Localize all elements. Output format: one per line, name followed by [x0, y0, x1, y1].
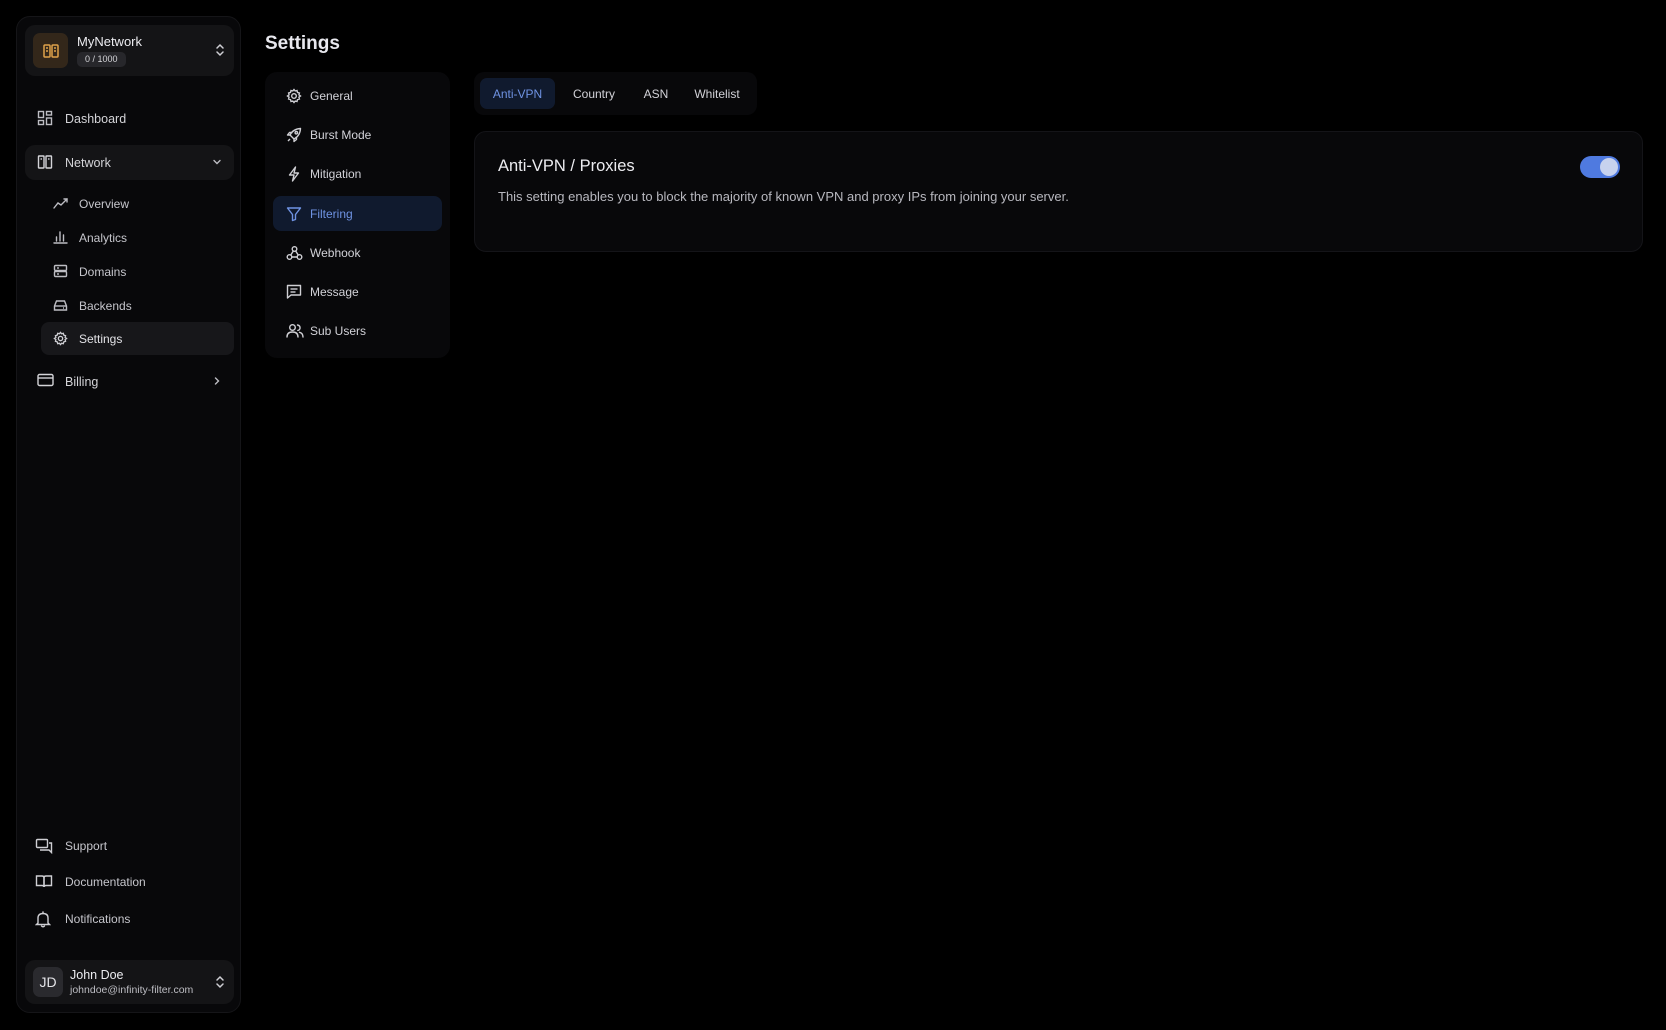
- avatar: JD: [33, 967, 63, 997]
- user-name: John Doe: [70, 968, 124, 982]
- settings-nav-label: Webhook: [310, 245, 361, 260]
- sidebar-item-backends[interactable]: Backends: [41, 289, 234, 322]
- settings-nav-label: Message: [310, 284, 359, 299]
- user-menu[interactable]: JD John Doe johndoe@infinity-filter.com: [25, 960, 234, 1004]
- filter-tabs: Anti-VPN Country ASN Whitelist: [474, 72, 757, 115]
- sidebar: MyNetwork 0 / 1000 Dashboard Network Ove…: [16, 16, 241, 1013]
- sidebar-item-label: Analytics: [79, 230, 128, 245]
- sidebar-item-label: Domains: [79, 264, 127, 279]
- dashboard-icon: [37, 110, 53, 126]
- lightning-icon: [286, 166, 302, 182]
- chevron-up-down-icon: [215, 42, 225, 58]
- drive-icon: [53, 298, 68, 312]
- chevron-down-icon: [212, 157, 222, 167]
- chevron-right-icon: [212, 376, 222, 386]
- message-icon: [286, 284, 302, 300]
- users-icon: [286, 323, 304, 338]
- nav-network-label: Network: [65, 155, 111, 170]
- credit-card-icon: [37, 373, 54, 387]
- toggle-knob: [1600, 158, 1618, 176]
- sidebar-item-overview[interactable]: Overview: [41, 187, 234, 220]
- tab-asn[interactable]: ASN: [633, 78, 679, 109]
- network-name: MyNetwork: [77, 34, 143, 49]
- nav-documentation[interactable]: Documentation: [25, 867, 234, 897]
- network-icon: [37, 154, 53, 170]
- network-logo-icon: [33, 33, 68, 68]
- sidebar-item-settings[interactable]: Settings: [41, 322, 234, 355]
- nav-notifications[interactable]: Notifications: [25, 904, 234, 934]
- settings-nav-label: Mitigation: [310, 166, 362, 181]
- settings-nav-general[interactable]: General: [273, 78, 442, 113]
- settings-nav-webhook[interactable]: Webhook: [273, 235, 442, 270]
- sidebar-item-label: Overview: [79, 196, 130, 211]
- nav-support-label: Support: [65, 839, 108, 853]
- page-title: Settings: [265, 33, 340, 54]
- settings-nav-mitigation[interactable]: Mitigation: [273, 156, 442, 191]
- network-switcher[interactable]: MyNetwork 0 / 1000: [25, 25, 234, 76]
- nav-support[interactable]: Support: [25, 831, 234, 861]
- settings-nav-label: General: [310, 88, 353, 103]
- tab-country[interactable]: Country: [559, 78, 629, 109]
- anti-vpn-card: Anti-VPN / Proxies This setting enables …: [474, 131, 1643, 252]
- anti-vpn-description: This setting enables you to block the ma…: [498, 189, 1069, 204]
- nav-notifications-label: Notifications: [65, 912, 131, 926]
- filter-icon: [286, 206, 302, 222]
- settings-nav-message[interactable]: Message: [273, 274, 442, 309]
- nav-billing[interactable]: Billing: [25, 364, 234, 399]
- nav-documentation-label: Documentation: [65, 875, 146, 889]
- anti-vpn-title: Anti-VPN / Proxies: [498, 157, 635, 175]
- book-open-icon: [35, 874, 53, 889]
- chevron-up-down-icon: [215, 974, 225, 990]
- bell-icon: [35, 911, 51, 928]
- nav-billing-label: Billing: [65, 374, 99, 389]
- settings-nav-label: Burst Mode: [310, 127, 372, 142]
- nav-dashboard[interactable]: Dashboard: [25, 101, 234, 136]
- nav-network[interactable]: Network: [25, 145, 234, 180]
- sidebar-item-label: Backends: [79, 298, 132, 313]
- sidebar-item-analytics[interactable]: Analytics: [41, 221, 234, 254]
- server-icon: [53, 264, 68, 278]
- settings-nav-label: Sub Users: [310, 323, 367, 338]
- anti-vpn-toggle[interactable]: [1580, 156, 1620, 178]
- settings-nav-label: Filtering: [310, 206, 353, 221]
- bar-chart-icon: [53, 230, 68, 244]
- webhook-icon: [286, 245, 303, 261]
- rocket-icon: [286, 127, 302, 143]
- settings-nav-sub-users[interactable]: Sub Users: [273, 313, 442, 348]
- gear-icon: [53, 331, 68, 346]
- gear-icon: [286, 88, 302, 104]
- settings-nav-filtering[interactable]: Filtering: [273, 196, 442, 231]
- sidebar-item-label: Settings: [79, 331, 123, 346]
- sidebar-item-domains[interactable]: Domains: [41, 255, 234, 288]
- user-email: johndoe@infinity-filter.com: [70, 984, 194, 996]
- settings-nav-burst-mode[interactable]: Burst Mode: [273, 117, 442, 152]
- tab-anti-vpn[interactable]: Anti-VPN: [480, 78, 555, 109]
- tab-whitelist[interactable]: Whitelist: [683, 78, 751, 109]
- settings-nav: General Burst Mode Mitigation Filtering: [265, 72, 450, 358]
- chart-line-icon: [53, 196, 69, 210]
- nav-dashboard-label: Dashboard: [65, 111, 127, 126]
- chat-bubbles-icon: [35, 838, 53, 854]
- network-quota-badge: 0 / 1000: [77, 52, 126, 67]
